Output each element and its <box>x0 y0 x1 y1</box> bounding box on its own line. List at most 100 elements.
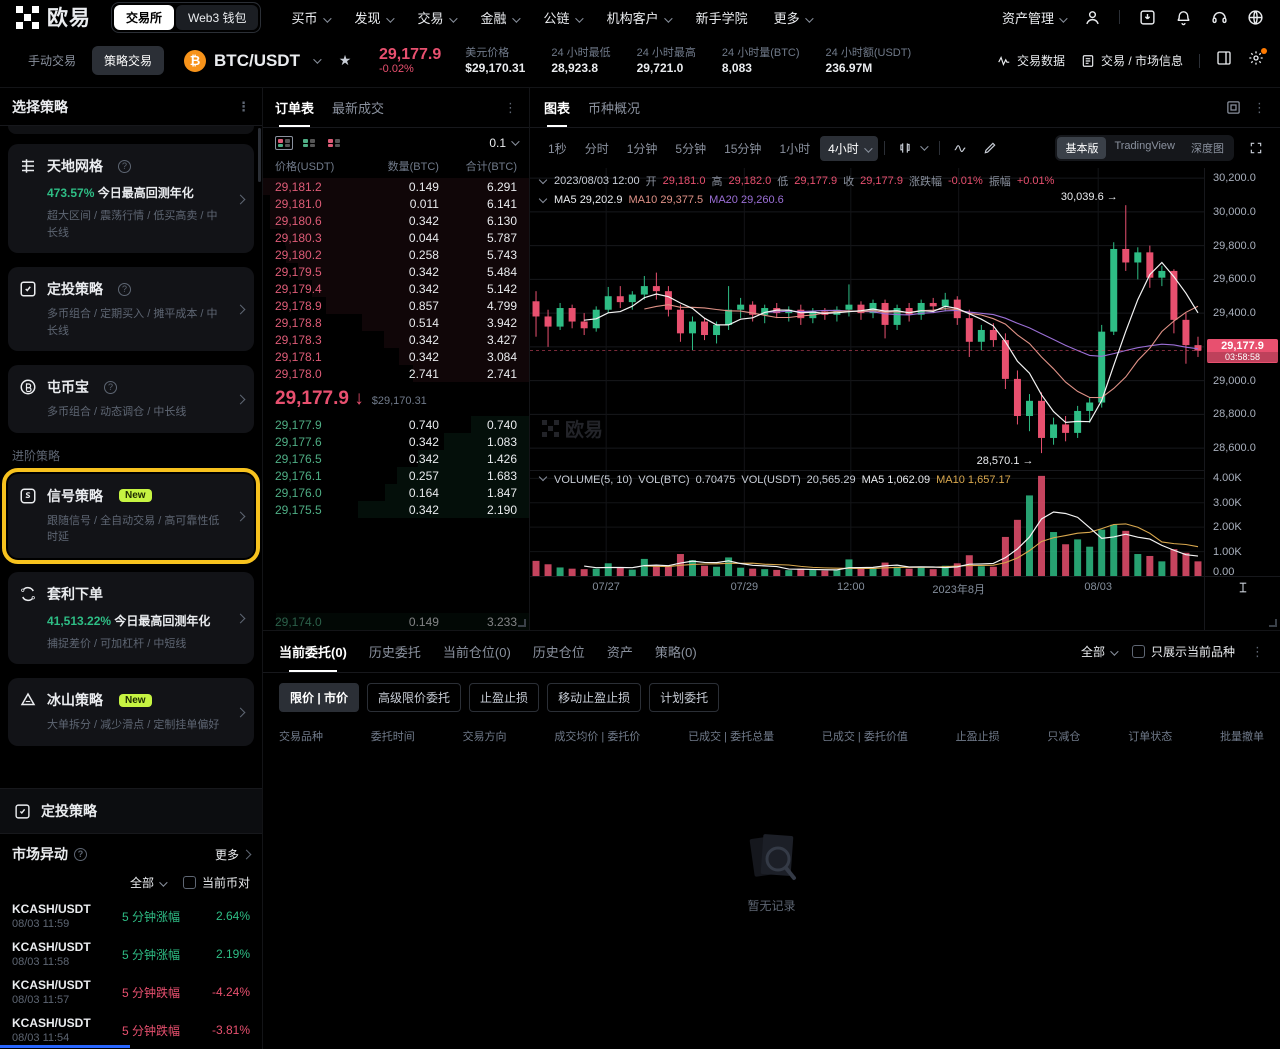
last-price-row[interactable]: 29,177.9 ↓ $29,170.31 <box>263 382 529 416</box>
chart-menu-icon[interactable]: ⋮ <box>1253 101 1266 114</box>
bid-row[interactable]: 29,177.60.3421.083 <box>263 433 529 450</box>
view-深度图[interactable]: 深度图 <box>1183 137 1232 159</box>
book-mode-asks-icon[interactable] <box>325 136 343 150</box>
bid-row[interactable]: 29,174.00.1493.233 <box>263 613 529 630</box>
headset-icon[interactable] <box>1210 8 1228 26</box>
orders-tab-历史委托[interactable]: 历史委托 <box>369 631 421 672</box>
orderbook-tab-最新成交[interactable]: 最新成交 <box>332 88 384 127</box>
resize-handle[interactable] <box>1269 619 1277 627</box>
book-mode-both-icon[interactable] <box>275 136 293 150</box>
mode-策略交易[interactable]: 策略交易 <box>92 46 164 75</box>
timeframe-1小时[interactable]: 1小时 <box>771 136 818 161</box>
mover-row[interactable]: KCASH/USDT08/03 11:595 分钟涨幅2.64% <box>0 897 262 935</box>
ask-row[interactable]: 29,178.10.3423.084 <box>263 348 529 365</box>
ask-row[interactable]: 29,180.30.0445.787 <box>263 229 529 246</box>
ask-row[interactable]: 29,181.20.1496.291 <box>263 178 529 195</box>
vertical-scrollbar-thumb[interactable] <box>258 128 261 182</box>
mover-row[interactable]: KCASH/USDT08/03 11:545 分钟跌幅-3.81% <box>0 1011 262 1049</box>
chart-style-icon[interactable] <box>891 141 933 155</box>
chart-x-axis[interactable]: 07/2707/2912:002023年8月08/03 <box>530 576 1204 598</box>
timeframe-5分钟[interactable]: 5分钟 <box>667 136 714 161</box>
strategy-card-信号策略[interactable]: 信号策略New跟随信号 / 全自动交易 / 高可靠性低时延 <box>8 474 254 558</box>
chart-y-axis[interactable]: 30,200.030,000.029,800.029,600.029,400.0… <box>1204 168 1280 630</box>
chip-移动止盈止损[interactable]: 移动止盈止损 <box>547 683 641 712</box>
timeframe-1分钟[interactable]: 1分钟 <box>619 136 666 161</box>
strategy-card-冰山策略[interactable]: 冰山策略New大单拆分 / 减少滑点 / 定制挂单偏好 <box>8 678 254 746</box>
timeframe-4h[interactable]: 4小时 <box>820 136 878 161</box>
okx-logo[interactable]: 欧易 <box>16 2 91 32</box>
view-TradingView[interactable]: TradingView <box>1106 137 1183 159</box>
movers-current-pair-checkbox[interactable]: 当前币对 <box>183 874 250 891</box>
help-icon[interactable]: ? <box>118 160 131 173</box>
nav-item-机构客户[interactable]: 机构客户 <box>607 8 670 27</box>
resize-handle[interactable] <box>518 619 526 627</box>
strategy-card-屯币宝[interactable]: 屯币宝?多币组合 / 动态调仓 / 中长线 <box>8 365 254 433</box>
mode-手动交易[interactable]: 手动交易 <box>16 46 88 75</box>
bid-row[interactable]: 29,176.50.3421.426 <box>263 450 529 467</box>
volume-chart[interactable]: VOLUME(5, 10) VOL(BTC)0.70475 VOL(USDT)2… <box>530 470 1204 576</box>
bid-row[interactable]: 29,177.90.7400.740 <box>263 416 529 433</box>
tab-coin-overview[interactable]: 币种概况 <box>588 88 640 127</box>
ask-row[interactable]: 29,178.80.5143.942 <box>263 314 529 331</box>
show-current-checkbox[interactable]: 只展示当前品种 <box>1132 643 1235 660</box>
help-icon[interactable]: ? <box>74 848 87 861</box>
asset-management-menu[interactable]: 资产管理 <box>1002 8 1065 27</box>
view-基本版[interactable]: 基本版 <box>1057 137 1106 159</box>
precision-selector[interactable]: 0.1 <box>489 136 517 150</box>
movers-filter-all[interactable]: 全部 <box>130 874 165 891</box>
bid-row[interactable]: 29,176.00.1641.847 <box>263 484 529 501</box>
orders-tab-当前仓位(0)[interactable]: 当前仓位(0) <box>443 631 511 672</box>
help-icon[interactable]: ? <box>118 283 131 296</box>
bid-row[interactable]: 29,175.50.3422.190 <box>263 501 529 518</box>
strategy-card-套利下单[interactable]: 套利下单41,513.22% 今日最高回测年化捕捉差价 / 可加杠杆 / 中短线 <box>8 572 254 665</box>
mover-row[interactable]: KCASH/USDT08/03 11:575 分钟跌幅-4.24% <box>0 973 262 1011</box>
nav-item-金融[interactable]: 金融 <box>481 8 518 27</box>
ask-row[interactable]: 29,179.40.3425.142 <box>263 280 529 297</box>
sidebar-menu-icon[interactable]: ⋮ <box>237 100 250 113</box>
book-mode-bids-icon[interactable] <box>300 136 318 150</box>
window-icon[interactable] <box>1226 100 1241 115</box>
trade-data-link[interactable]: 交易数据 <box>997 52 1065 69</box>
chip-高级限价委托[interactable]: 高级限价委托 <box>367 683 461 712</box>
pinned-strategy-dca[interactable]: 定投策略 <box>0 788 262 833</box>
ask-row[interactable]: 29,178.90.8574.799 <box>263 297 529 314</box>
strategy-card-天地网格[interactable]: 天地网格?473.57% 今日最高回测年化超大区间 / 震荡行情 / 低买高卖 … <box>8 144 254 253</box>
orders-tab-历史仓位[interactable]: 历史仓位 <box>533 631 585 672</box>
layout-icon[interactable] <box>1216 50 1232 71</box>
product-tab-交易所[interactable]: 交易所 <box>114 5 174 30</box>
ask-row[interactable]: 29,180.60.3426.130 <box>263 212 529 229</box>
indicators-icon[interactable] <box>946 141 974 155</box>
measure-tool-icon[interactable] <box>1236 581 1249 596</box>
nav-item-交易[interactable]: 交易 <box>418 8 455 27</box>
market-movers-more-link[interactable]: 更多 <box>215 846 250 863</box>
candlestick-chart[interactable]: 2023/08/03 12:00 开29,181.0 高29,182.0 低29… <box>530 168 1204 470</box>
timeframe-分时[interactable]: 分时 <box>577 136 617 161</box>
chip-限价 | 市价[interactable]: 限价 | 市价 <box>279 683 359 712</box>
download-icon[interactable] <box>1138 8 1156 26</box>
horizontal-scrollbar[interactable] <box>0 1045 130 1048</box>
chip-止盈止损[interactable]: 止盈止损 <box>469 683 539 712</box>
strategy-card-定投策略[interactable]: 定投策略?多币组合 / 定期买入 / 摊平成本 / 中长线 <box>8 267 254 351</box>
ask-row[interactable]: 29,178.02.7412.741 <box>263 365 529 382</box>
nav-item-更多[interactable]: 更多 <box>774 8 811 27</box>
nav-item-公链[interactable]: 公链 <box>544 8 581 27</box>
globe-icon[interactable] <box>1246 8 1264 26</box>
tab-chart[interactable]: 图表 <box>544 88 570 127</box>
mover-row[interactable]: KCASH/USDT08/03 11:585 分钟涨幅2.19% <box>0 935 262 973</box>
nav-item-新手学院[interactable]: 新手学院 <box>696 8 748 27</box>
nav-item-买币[interactable]: 买币 <box>291 8 328 27</box>
ask-row[interactable]: 29,180.20.2585.743 <box>263 246 529 263</box>
timeframe-1秒[interactable]: 1秒 <box>540 136 575 161</box>
orderbook-tab-订单表[interactable]: 订单表 <box>275 88 314 127</box>
favorite-star-icon[interactable]: ★ <box>333 49 357 73</box>
orders-menu-icon[interactable]: ⋮ <box>1251 645 1264 658</box>
settings-gear-icon[interactable] <box>1248 50 1264 71</box>
product-tab-Web3 钱包[interactable]: Web3 钱包 <box>176 5 258 30</box>
orders-tab-资产[interactable]: 资产 <box>607 631 633 672</box>
pair-selector[interactable]: ₿ BTC/USDT <box>184 50 319 72</box>
orders-filter-all[interactable]: 全部 <box>1081 643 1116 660</box>
bid-row[interactable]: 29,176.10.2571.683 <box>263 467 529 484</box>
orders-tab-当前委托(0)[interactable]: 当前委托(0) <box>279 631 347 672</box>
draw-pencil-icon[interactable] <box>976 141 1004 155</box>
chip-计划委托[interactable]: 计划委托 <box>649 683 719 712</box>
